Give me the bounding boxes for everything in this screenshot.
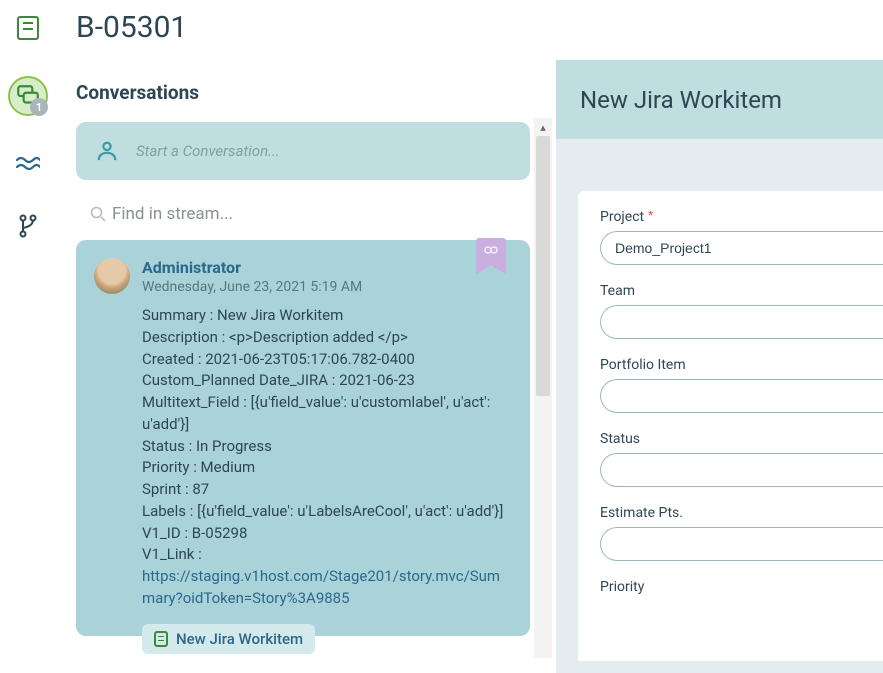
body-line: Multitext_Field : [{u'field_value': u'cu… [142, 392, 512, 436]
card-body: Summary : New Jira Workitem Description … [142, 305, 512, 610]
body-line: Priority : Medium [142, 457, 512, 479]
chip-label: New Jira Workitem [176, 630, 303, 648]
field-portfolio: Portfolio Item [600, 357, 883, 413]
search-icon [90, 206, 106, 222]
body-line: Sprint : 87 [142, 479, 512, 501]
document-icon [154, 631, 168, 647]
field-project: Project * [600, 209, 883, 265]
required-indicator: * [648, 209, 653, 225]
project-input[interactable] [600, 231, 883, 265]
form-area: Project * Team Portfolio Item Status Est… [578, 191, 883, 661]
workitem-chip[interactable]: New Jira Workitem [142, 624, 315, 654]
field-label: Estimate Pts. [600, 505, 683, 521]
panel-header: New Jira Workitem [556, 60, 883, 139]
body-line: Summary : New Jira Workitem [142, 305, 512, 327]
estimate-input[interactable] [600, 527, 883, 561]
detail-panel: New Jira Workitem Project * Team Portfol… [556, 60, 883, 673]
field-label: Portfolio Item [600, 357, 686, 373]
scrollbar[interactable]: ▴ [534, 118, 552, 658]
find-placeholder: Find in stream... [112, 204, 233, 224]
status-input[interactable] [600, 453, 883, 487]
conversation-card: Administrator Wednesday, June 23, 2021 5… [76, 240, 530, 636]
v1-link[interactable]: https://staging.v1host.com/Stage201/stor… [142, 567, 500, 607]
field-label: Project [600, 209, 644, 225]
body-line: Custom_Planned Date_JIRA : 2021-06-23 [142, 370, 512, 392]
find-in-stream[interactable]: Find in stream... [76, 198, 530, 240]
body-line: Description : <p>Description added </p> [142, 327, 512, 349]
activity-icon[interactable] [14, 150, 42, 178]
field-estimate: Estimate Pts. [600, 505, 883, 561]
conversations-icon[interactable]: 1 [8, 76, 48, 116]
field-label: Priority [600, 579, 644, 595]
start-conversation-placeholder: Start a Conversation... [136, 142, 280, 160]
avatar [94, 258, 130, 294]
left-rail: 1 [8, 14, 48, 240]
card-timestamp: Wednesday, June 23, 2021 5:19 AM [142, 279, 362, 295]
field-priority: Priority [600, 579, 883, 595]
field-team: Team [600, 283, 883, 339]
body-line-link: V1_Link : https://staging.v1host.com/Sta… [142, 544, 512, 609]
card-author: Administrator [142, 258, 362, 277]
body-line: Labels : [{u'field_value': u'LabelsAreCo… [142, 501, 512, 523]
page-title: B-05301 [76, 10, 530, 45]
main-column: B-05301 Conversations Start a Conversati… [76, 10, 530, 636]
document-icon[interactable] [14, 14, 42, 42]
body-line: Created : 2021-06-23T05:17:06.782-0400 [142, 349, 512, 371]
person-icon [96, 140, 118, 162]
body-line: V1_ID : B-05298 [142, 523, 512, 545]
field-status: Status [600, 431, 883, 487]
branch-icon[interactable] [14, 212, 42, 240]
body-line: Status : In Progress [142, 436, 512, 458]
portfolio-input[interactable] [600, 379, 883, 413]
conversations-badge: 1 [30, 98, 48, 116]
field-label: Team [600, 283, 635, 299]
start-conversation[interactable]: Start a Conversation... [76, 122, 530, 180]
panel-title: New Jira Workitem [580, 86, 859, 114]
section-title: Conversations [76, 81, 530, 104]
scroll-up-icon[interactable]: ▴ [534, 118, 552, 136]
field-label: Status [600, 431, 640, 447]
team-input[interactable] [600, 305, 883, 339]
scroll-thumb[interactable] [536, 136, 550, 396]
